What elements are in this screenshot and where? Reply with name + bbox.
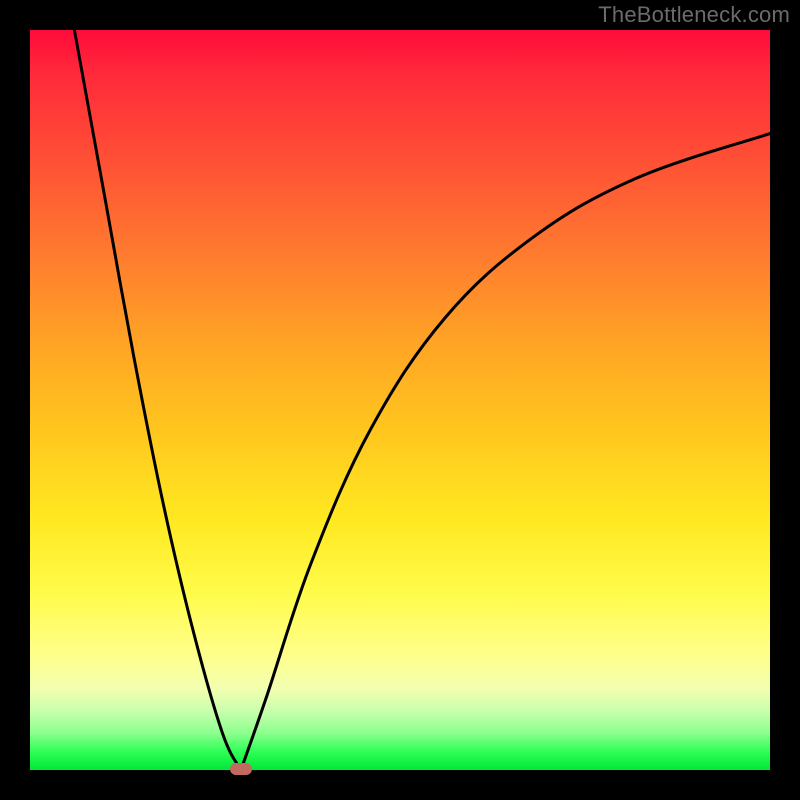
- bottleneck-curve: [30, 30, 770, 770]
- curve-right-branch: [241, 134, 770, 770]
- minimum-marker: [230, 763, 252, 775]
- chart-frame: TheBottleneck.com: [0, 0, 800, 800]
- curve-left-branch: [74, 30, 241, 770]
- watermark-text: TheBottleneck.com: [598, 2, 790, 28]
